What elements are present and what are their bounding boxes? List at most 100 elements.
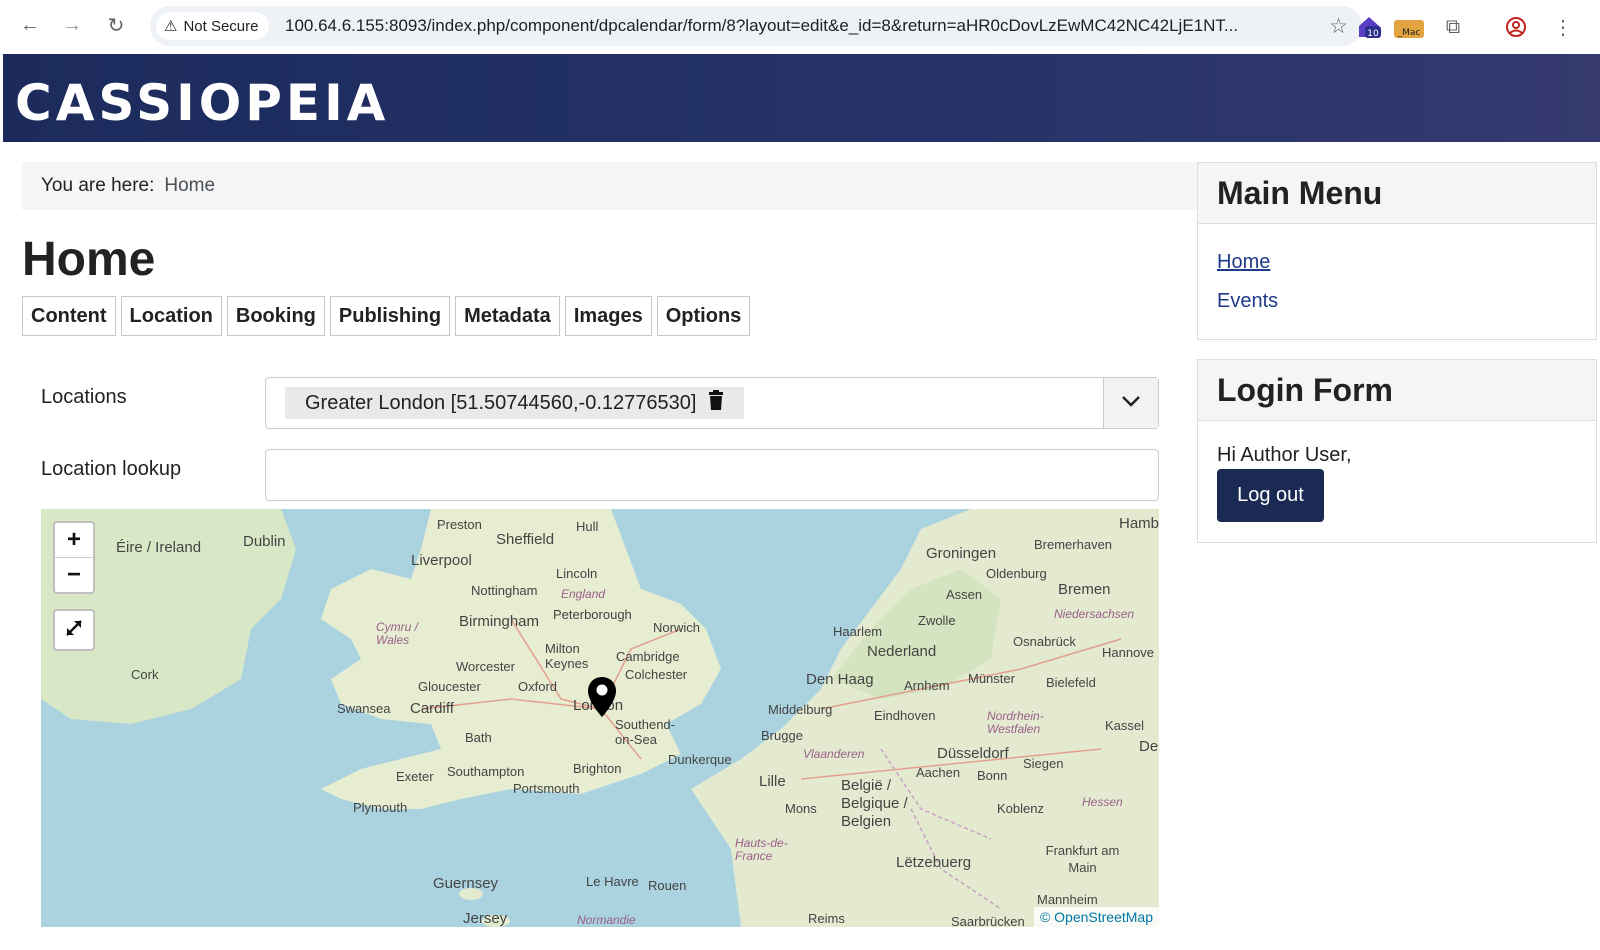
- bookmark-star-icon[interactable]: ☆: [1329, 14, 1348, 39]
- map-label-dusseldorf: Düsseldorf: [937, 745, 1009, 762]
- security-chip[interactable]: ⚠ Not Secure: [156, 12, 269, 40]
- map-label-hamb: Hamb: [1119, 515, 1159, 532]
- map-label-jersey: Jersey: [463, 910, 508, 927]
- fullscreen-button[interactable]: [53, 609, 95, 651]
- map-label-preston: Preston: [437, 517, 482, 532]
- extension-badge-count: 10: [1367, 29, 1379, 39]
- address-bar[interactable]: ⚠ Not Secure 100.64.6.155:8093/index.php…: [150, 6, 1362, 46]
- location-lookup-input[interactable]: [265, 449, 1159, 501]
- location-map[interactable]: Éire / Ireland Dublin Cork Preston Hull …: [41, 509, 1159, 927]
- map-label-haarlem: Haarlem: [833, 624, 883, 639]
- map-label-bielefeld: Bielefeld: [1046, 675, 1096, 690]
- map-label-hull: Hull: [576, 519, 599, 534]
- map-label-nottingham: Nottingham: [471, 583, 538, 598]
- map-label-swansea: Swansea: [337, 701, 391, 716]
- map-label-middelburg: Middelburg: [768, 702, 833, 717]
- locations-select[interactable]: Greater London [51.50744560,-0.12776530]: [265, 377, 1159, 429]
- menu-link-home[interactable]: Home: [1217, 251, 1270, 274]
- tab-location[interactable]: Location: [120, 296, 222, 336]
- map-label-mannheim: Mannheim: [1037, 892, 1098, 907]
- tab-options[interactable]: Options: [656, 296, 751, 336]
- back-icon[interactable]: ←: [17, 12, 43, 38]
- select-dropdown-toggle[interactable]: [1103, 378, 1158, 428]
- map-label-dunkerque: Dunkerque: [668, 752, 732, 767]
- map-label-portsmouth: Portsmouth: [513, 781, 580, 796]
- zoom-out-button[interactable]: −: [55, 557, 93, 592]
- map-label-hannover: Hannove: [1102, 645, 1155, 660]
- map-label-peterborough: Peterborough: [553, 607, 632, 622]
- tab-booking[interactable]: Booking: [226, 296, 325, 336]
- tab-images[interactable]: Images: [564, 296, 652, 336]
- map-label-eindhoven: Eindhoven: [874, 708, 936, 723]
- selected-location-chip: Greater London [51.50744560,-0.12776530]: [285, 387, 745, 419]
- trash-icon[interactable]: [708, 390, 724, 416]
- site-header: CASSIOPEIA: [3, 54, 1600, 142]
- map-label-guernsey: Guernsey: [433, 875, 499, 892]
- location-lookup-label: Location lookup: [41, 458, 182, 480]
- map-label-letzebuerg: Lëtzebuerg: [896, 854, 972, 871]
- map-attribution[interactable]: © OpenStreetMap: [1033, 907, 1159, 927]
- map-label-arnhem: Arnhem: [904, 678, 950, 693]
- map-label-groningen: Groningen: [926, 545, 997, 562]
- map-label-vlaanderen: Vlaanderen: [803, 747, 865, 761]
- map-label-lille: Lille: [759, 773, 786, 790]
- logout-button[interactable]: Log out: [1217, 469, 1324, 522]
- map-label-bremerhaven: Bremerhaven: [1034, 537, 1113, 552]
- site-brand[interactable]: CASSIOPEIA: [15, 74, 389, 132]
- main-menu-title: Main Menu: [1198, 163, 1596, 224]
- map-label-cambridge: Cambridge: [616, 649, 680, 664]
- breadcrumb: You are here: Home: [22, 162, 1202, 210]
- map-label-cork: Cork: [131, 667, 159, 682]
- map-label-oldenburg: Oldenburg: [986, 566, 1047, 581]
- map-label-nederland: Nederland: [867, 643, 937, 660]
- url-text[interactable]: 100.64.6.155:8093/index.php/component/dp…: [285, 16, 1315, 36]
- map-label-frankfurt: Frankfurt am Main: [1045, 843, 1120, 875]
- tab-publishing[interactable]: Publishing: [329, 296, 451, 336]
- map-label-oxford: Oxford: [518, 679, 558, 694]
- map-label-koblenz: Koblenz: [997, 801, 1044, 816]
- map-label-aachen: Aachen: [916, 765, 961, 780]
- tab-metadata[interactable]: Metadata: [455, 296, 560, 336]
- map-label-niedersachsen: Niedersachsen: [1054, 607, 1135, 621]
- mac-extension-icon[interactable]: _Mac: [1393, 14, 1425, 40]
- map-label-dublin: Dublin: [243, 533, 286, 550]
- map-label-nrw: Nordrhein-Westfalen: [987, 709, 1044, 736]
- menu-link-events[interactable]: Events: [1217, 290, 1278, 313]
- login-form-title: Login Form: [1198, 360, 1596, 421]
- map-label-plymouth: Plymouth: [353, 800, 408, 815]
- map-label-norwich: Norwich: [653, 620, 700, 635]
- login-form-card: Login Form Hi Author User, Log out: [1197, 359, 1597, 543]
- form-tabs: Content Location Booking Publishing Meta…: [22, 296, 751, 336]
- map-label-siegen: Siegen: [1023, 756, 1064, 771]
- map-label-rouen: Rouen: [648, 878, 687, 893]
- profile-icon[interactable]: [1503, 14, 1529, 40]
- map-label-cardiff: Cardiff: [410, 700, 454, 717]
- tab-content[interactable]: Content: [22, 296, 116, 336]
- zoom-in-button[interactable]: +: [55, 523, 93, 557]
- map-label-liverpool: Liverpool: [411, 552, 472, 569]
- browser-menu-icon[interactable]: ⋮: [1550, 14, 1576, 40]
- extensions-puzzle-icon[interactable]: ⧉: [1440, 14, 1466, 40]
- map-label-cymru: Cymru / Wales: [376, 620, 418, 647]
- map-label-southend: Southend-on-Sea: [615, 717, 675, 747]
- map-label-reims: Reims: [808, 911, 845, 926]
- map-label-de: De: [1139, 738, 1159, 755]
- reload-icon[interactable]: ↻: [103, 12, 129, 38]
- security-label: Not Secure: [183, 17, 259, 35]
- map-label-brugge: Brugge: [761, 728, 803, 743]
- expand-icon: [64, 618, 84, 643]
- map-pin-icon[interactable]: [586, 675, 618, 724]
- extension-badge-icon[interactable]: 10: [1356, 14, 1382, 40]
- map-label-munster: Münster: [968, 671, 1015, 686]
- zoom-control: + −: [53, 521, 95, 594]
- main-menu-card: Main Menu Home Events: [1197, 162, 1597, 340]
- map-label-sheffield: Sheffield: [496, 531, 555, 548]
- locations-label: Locations: [41, 386, 127, 408]
- map-label-kassel: Kassel: [1105, 718, 1145, 733]
- browser-toolbar: ← → ↻ ⚠ Not Secure 100.64.6.155:8093/ind…: [0, 0, 1600, 54]
- selected-location-text: Greater London [51.50744560,-0.12776530]: [305, 391, 697, 414]
- map-label-osnabruck: Osnabrück: [1013, 634, 1076, 649]
- map-label-saarbrucken: Saarbrücken: [951, 914, 1025, 927]
- forward-icon[interactable]: →: [59, 12, 85, 38]
- map-label-bonn: Bonn: [977, 768, 1008, 783]
